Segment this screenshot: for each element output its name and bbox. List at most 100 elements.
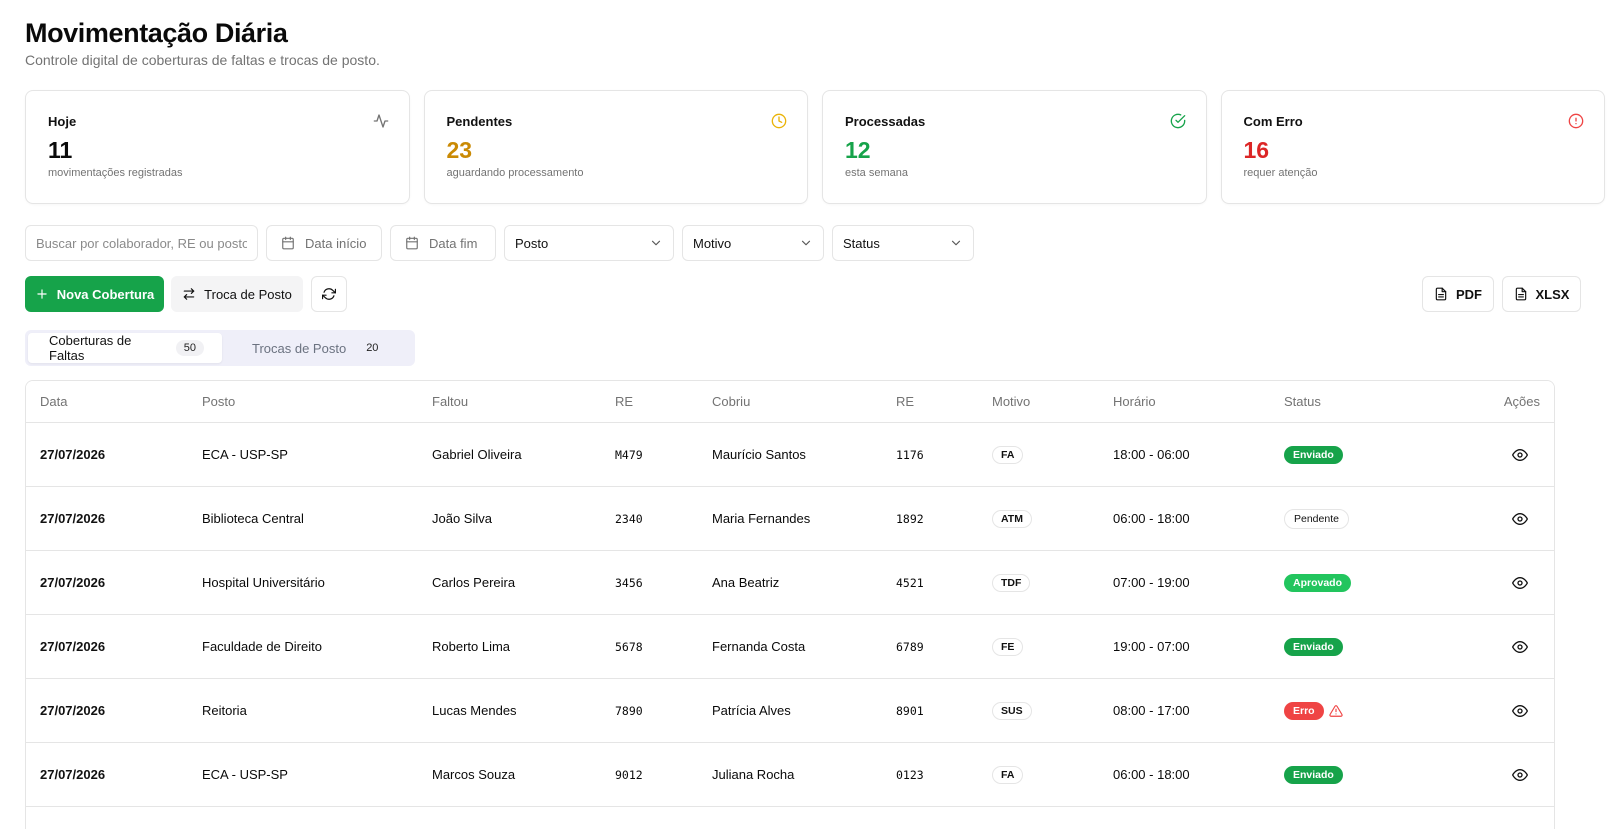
cell-re-cobriu: 8901 <box>896 703 924 718</box>
cell-re-cobriu: 1892 <box>896 511 924 526</box>
swap-post-label: Troca de Posto <box>204 286 292 302</box>
table-row[interactable]: 27/07/2026 Faculdade de Direito Roberto Li… <box>26 615 1554 679</box>
column-header[interactable]: RE <box>615 381 633 422</box>
chevron-down-icon <box>951 240 961 246</box>
table-row[interactable]: 27/07/2026 Reitoria Lucas Mendes 7890 Patríc… <box>26 679 1554 743</box>
cell-cobriu: Ana Beatriz <box>712 575 780 590</box>
cell-acoes <box>1510 551 1530 614</box>
swap-post-button[interactable]: Troca de Posto <box>171 276 303 312</box>
eye-icon[interactable] <box>1510 445 1530 465</box>
column-header[interactable]: Posto <box>202 381 235 422</box>
stat-label: Pendentes <box>446 114 513 129</box>
stat-value: 11 <box>48 137 73 163</box>
check-circle-icon <box>1170 113 1185 129</box>
motivo-select[interactable]: Motivo <box>682 225 824 261</box>
column-header[interactable]: Motivo <box>992 381 1030 422</box>
cell-cobriu: Fernanda Costa <box>712 639 806 654</box>
eye-icon[interactable] <box>1510 573 1530 593</box>
date-start-label: Data início <box>305 235 367 251</box>
cell-re-cobriu: 1176 <box>896 447 924 462</box>
table-row[interactable]: 27/07/2026 Biblioteca Central João Silva 23… <box>26 487 1554 551</box>
column-header[interactable]: RE <box>896 381 914 422</box>
cell-motivo: FA <box>992 423 1024 486</box>
cell-data: 27/07/2026 <box>40 511 106 526</box>
column-header[interactable]: Horário <box>1113 381 1156 422</box>
motivo-select-value: Motivo <box>693 235 732 251</box>
cell-faltou: João Silva <box>432 511 492 526</box>
eye-icon[interactable] <box>1510 509 1530 529</box>
cell-data: 27/07/2026 <box>40 767 106 782</box>
table-row[interactable]: 27/07/2026 Hospital Universitário Carlos P… <box>26 551 1554 615</box>
cell-status: Enviado <box>1284 615 1343 678</box>
cell-faltou: Carlos Pereira <box>432 575 516 590</box>
tab-trocas[interactable]: Trocas de Posto 20 <box>222 333 412 363</box>
cell-motivo: ATM <box>992 487 1032 550</box>
cell-data: 27/07/2026 <box>40 703 106 718</box>
file-icon <box>1435 287 1447 301</box>
stat-card-com-erro: Com Erro 16 requer atenção <box>1220 90 1605 204</box>
coverage-table: Data Posto Faltou RE Cobriu RE Motivo Ho… <box>25 380 1555 829</box>
cell-faltou: Gabriel Oliveira <box>432 447 522 462</box>
export-xlsx-button[interactable]: XLSX <box>1502 276 1581 312</box>
cell-horario: 06:00 - 18:00 <box>1113 511 1190 526</box>
cell-data: 27/07/2026 <box>40 447 106 462</box>
new-coverage-button[interactable]: Nova Cobertura <box>25 276 164 312</box>
cell-data: 27/07/2026 <box>40 639 106 654</box>
tab-count-badge: 20 <box>366 342 379 354</box>
search-input[interactable] <box>36 235 247 251</box>
date-start-field[interactable]: Data início <box>266 225 382 261</box>
tab-label: Coberturas de Faltas <box>49 333 132 363</box>
cell-re-cobriu: 6789 <box>896 639 924 654</box>
plus-icon <box>37 289 47 299</box>
motivo-badge: FE <box>992 637 1024 656</box>
export-pdf-button[interactable]: PDF <box>1422 276 1494 312</box>
cell-cobriu: Maria Fernandes <box>712 511 811 526</box>
stat-desc: esta semana <box>845 167 908 179</box>
filters-bar: Data início Data fim Posto Motivo Status <box>25 225 974 261</box>
column-header[interactable]: Status <box>1284 381 1321 422</box>
cell-data: 27/07/2026 <box>40 575 106 590</box>
tabs: Coberturas de Faltas 50 Trocas de Posto … <box>25 330 415 366</box>
cell-acoes <box>1510 743 1530 806</box>
cell-re-cobriu: 4521 <box>896 575 924 590</box>
eye-icon[interactable] <box>1510 701 1530 721</box>
column-header[interactable]: Faltou <box>432 381 468 422</box>
new-coverage-label: Nova Cobertura <box>56 286 155 302</box>
motivo-badge: FA <box>992 445 1024 464</box>
cell-acoes <box>1510 679 1530 742</box>
status-select-value: Status <box>843 235 880 251</box>
stat-value: 23 <box>446 137 473 163</box>
export-xlsx-label: XLSX <box>1535 286 1570 302</box>
posto-select[interactable]: Posto <box>504 225 674 261</box>
page-subtitle: Controle digital de coberturas de faltas… <box>25 52 380 68</box>
cell-posto: Faculdade de Direito <box>202 639 322 654</box>
eye-icon[interactable] <box>1510 637 1530 657</box>
table-row[interactable]: 27/07/2026 ECA - USP-SP Gabriel Oliveira M4… <box>26 423 1554 487</box>
column-header[interactable]: Data <box>40 381 67 422</box>
status-select[interactable]: Status <box>832 225 974 261</box>
stat-label: Processadas <box>845 114 926 129</box>
stat-desc: requer atenção <box>1243 167 1318 179</box>
cell-faltou: Roberto Lima <box>432 639 511 654</box>
refresh-button[interactable] <box>311 276 347 312</box>
cell-posto: Biblioteca Central <box>202 511 304 526</box>
cell-status: Enviado <box>1284 743 1343 806</box>
date-end-field[interactable]: Data fim <box>390 225 496 261</box>
table-row[interactable]: 27/07/2026 ECA - USP-SP Marcos Souza 9012 Ju… <box>26 743 1554 807</box>
date-end-label: Data fim <box>429 235 478 251</box>
motivo-badge: ATM <box>992 509 1032 528</box>
file-icon <box>1515 287 1526 301</box>
cell-status: Erro <box>1284 679 1343 742</box>
page: Movimentação Diária Controle digital de … <box>25 16 1605 829</box>
tab-coberturas[interactable]: Coberturas de Faltas 50 <box>28 333 222 363</box>
cell-motivo: FA <box>992 743 1024 806</box>
cell-acoes <box>1510 615 1530 678</box>
eye-icon[interactable] <box>1510 765 1530 785</box>
motivo-badge: FA <box>992 765 1024 784</box>
cell-horario: 08:00 - 17:00 <box>1113 703 1190 718</box>
cell-faltou: Lucas Mendes <box>432 703 517 718</box>
calendar-icon <box>282 236 294 250</box>
cell-re-faltou: 2340 <box>615 511 643 526</box>
column-header[interactable]: Cobriu <box>712 381 750 422</box>
status-badge: Aprovado <box>1284 573 1352 592</box>
